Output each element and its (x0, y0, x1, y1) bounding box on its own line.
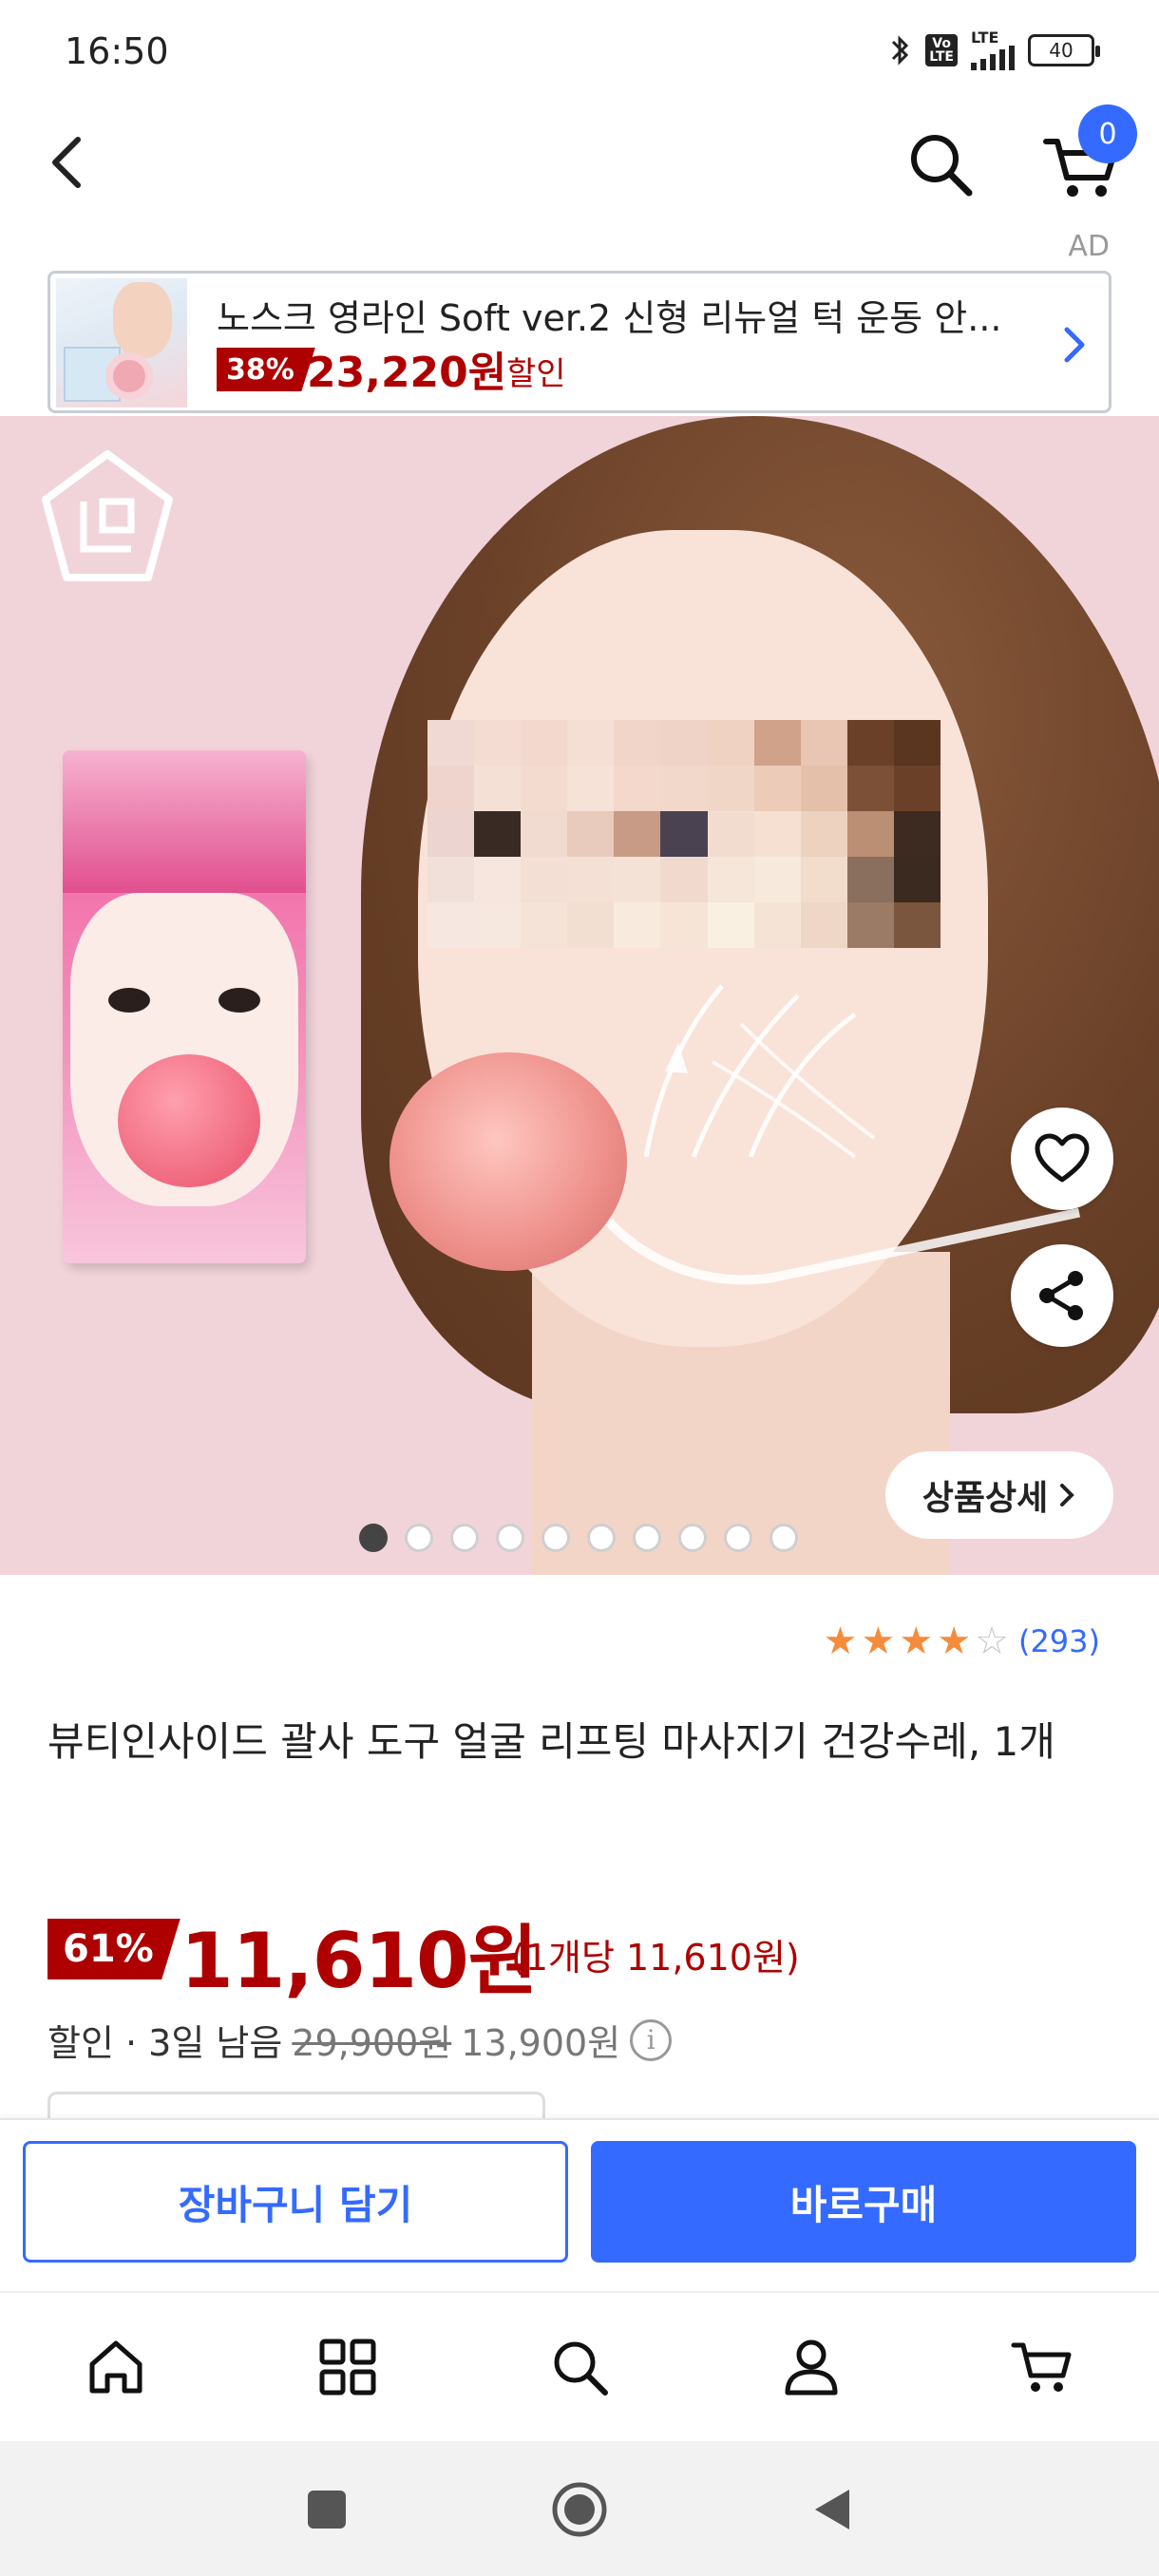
pixelated-eyes (428, 720, 940, 948)
nav-search[interactable] (542, 2329, 618, 2405)
unit-price: (1개당 11,610원) (511, 1937, 800, 1979)
buy-now-button[interactable]: 바로구매 (591, 2141, 1136, 2263)
ad-banner[interactable]: 노스크 영라인 Soft ver.2 신형 리뉴얼 턱 운동 안... 38% … (48, 271, 1112, 413)
lte-label: LTE (971, 28, 999, 47)
add-to-cart-button[interactable]: 장바구니 담기 (23, 2141, 568, 2263)
product-detail-button[interactable]: 상품상세 (885, 1451, 1113, 1539)
option-box[interactable] (48, 2092, 545, 2120)
nav-home[interactable] (78, 2329, 154, 2405)
user-icon (785, 2339, 838, 2396)
circle-home-icon (552, 2482, 607, 2537)
back-system-button[interactable] (802, 2479, 863, 2540)
cart-icon (1011, 2342, 1072, 2392)
pager-dot[interactable] (587, 1524, 616, 1552)
heart-icon (1035, 1133, 1090, 1183)
star-icon: ☆ (975, 1619, 1009, 1663)
bluetooth-icon (892, 35, 909, 66)
star-icon: ★ (861, 1619, 896, 1663)
chevron-right-icon (1060, 1484, 1075, 1506)
ad-title: 노스크 영라인 Soft ver.2 신형 리뉴얼 턱 운동 안... (217, 297, 1002, 339)
signal-icon: LTE (971, 30, 1015, 70)
sale-info: 할인 · 3일 남음 (48, 2022, 283, 2064)
brand-logo (42, 450, 173, 581)
ad-label: AD (1068, 230, 1110, 263)
volte-icon: Vo LTE (925, 34, 958, 66)
ad-price: 23,220원 (307, 349, 507, 397)
pager-dot[interactable] (405, 1524, 433, 1552)
category-icon (319, 2339, 376, 2396)
detail-button-label: 상품상세 (922, 1479, 1049, 1518)
pager-dot[interactable] (724, 1524, 752, 1552)
sale-info-line: 할인 · 3일 남음 29,900원 13,900원 i (48, 2014, 673, 2066)
battery-icon: 40 (1028, 34, 1100, 66)
recent-apps-button[interactable] (296, 2479, 357, 2540)
pager-dot[interactable] (770, 1524, 798, 1552)
app-header: 0 (0, 100, 1159, 223)
pager-dot[interactable] (359, 1524, 388, 1552)
battery-level: 40 (1049, 39, 1074, 62)
coupon-price: 13,900원 (461, 2022, 621, 2064)
nav-my-account[interactable] (773, 2329, 849, 2405)
purchase-bar: 장바구니 담기 바로구매 (0, 2118, 1159, 2291)
status-time: 16:50 (65, 30, 169, 72)
back-button[interactable] (40, 128, 97, 195)
star-icon: ★ (899, 1619, 934, 1663)
pager-dot[interactable] (496, 1524, 524, 1552)
product-image[interactable]: 상품상세 (0, 416, 1159, 1575)
nav-category[interactable] (310, 2329, 386, 2405)
pager-dot[interactable] (542, 1524, 570, 1552)
sale-price: 11,610원 (180, 1917, 538, 2005)
product-title: 뷰티인사이드 괄사 도구 얼굴 리프팅 마사지기 건강수레, 1개 (48, 1718, 1055, 1765)
pager-dot[interactable] (633, 1524, 661, 1552)
rating-stars: ★ ★ ★ ★ ☆ (824, 1622, 1009, 1660)
wishlist-button[interactable] (1011, 1108, 1113, 1210)
ad-sale-label: 할인 (506, 355, 566, 393)
cart-count-badge: 0 (1078, 104, 1137, 163)
image-pager (359, 1524, 798, 1552)
status-bar: 16:50 Vo LTE LTE 40 (0, 0, 1159, 100)
discount-badge: 61% (48, 1919, 180, 1979)
rating[interactable]: ★ ★ ★ ★ ☆ (293) (824, 1622, 1100, 1660)
chevron-right-icon (1064, 327, 1085, 363)
nav-cart[interactable] (1005, 2329, 1081, 2405)
home-icon (89, 2340, 142, 2394)
search-icon (911, 135, 973, 197)
home-system-button[interactable] (549, 2479, 610, 2540)
share-icon (1039, 1271, 1083, 1320)
bottom-nav (0, 2291, 1159, 2441)
chevron-left-icon (52, 137, 81, 188)
status-icons: Vo LTE LTE 40 (887, 28, 1100, 72)
search-icon (554, 2341, 608, 2396)
star-icon: ★ (937, 1619, 972, 1663)
ad-thumbnail (56, 278, 187, 407)
ad-discount-badge: 38% (217, 348, 315, 391)
pager-dot[interactable] (450, 1524, 479, 1552)
triangle-back-icon (815, 2490, 849, 2529)
original-price: 29,900원 (292, 2022, 452, 2064)
mouth-device (390, 1052, 627, 1271)
pager-dot[interactable] (678, 1524, 707, 1552)
search-button[interactable] (902, 126, 978, 202)
product-package (63, 750, 306, 1263)
system-nav (0, 2441, 1159, 2576)
review-count[interactable]: (293) (1018, 1623, 1100, 1659)
share-button[interactable] (1011, 1244, 1113, 1347)
square-icon (308, 2491, 346, 2529)
info-icon[interactable]: i (630, 2018, 673, 2061)
star-icon: ★ (823, 1619, 858, 1663)
